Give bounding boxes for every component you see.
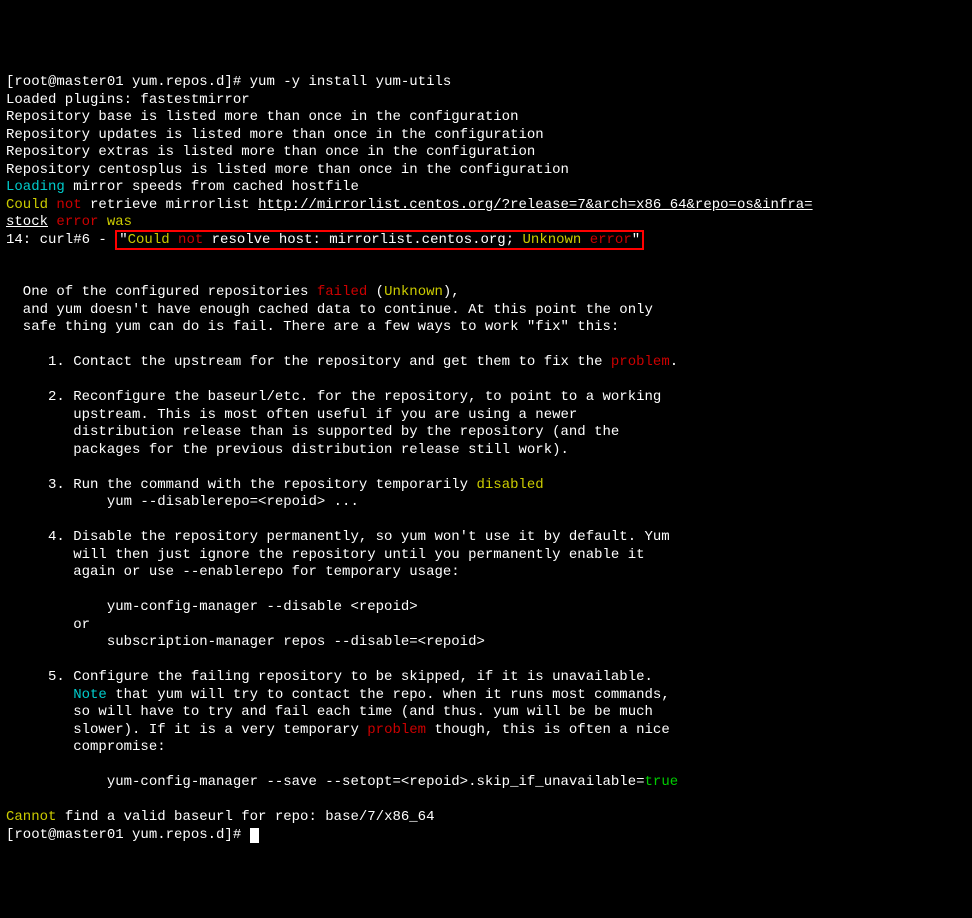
output-text: 14: curl#6 - (6, 232, 115, 248)
quote: " (119, 232, 127, 248)
output-line: compromise: (6, 739, 166, 755)
problem-word: problem (367, 722, 426, 738)
output-text: ), (443, 284, 460, 300)
blank-line (6, 267, 14, 283)
error-word: error (581, 232, 631, 248)
output-line: so will have to try and fail each time (… (6, 704, 653, 720)
output-line: and yum doesn't have enough cached data … (6, 302, 653, 318)
prompt[interactable]: [root@master01 yum.repos.d]# (6, 827, 250, 843)
output-line: Repository centosplus is listed more tha… (6, 162, 569, 178)
not-word: not (170, 232, 204, 248)
output-line: yum-config-manager --disable <repoid> (6, 599, 418, 615)
output-text: resolve host: mirrorlist.centos.org; (203, 232, 522, 248)
problem-word: problem (611, 354, 670, 370)
command: yum -y install yum-utils (250, 74, 452, 90)
output-text: 3. Run the command with the repository t… (6, 477, 476, 493)
was-word: was (98, 214, 132, 230)
blank-line (6, 582, 14, 598)
output-line: 2. Reconfigure the baseurl/etc. for the … (6, 389, 661, 405)
output-text: though, this is often a nice (426, 722, 670, 738)
quote: " (632, 232, 640, 248)
blank-line (6, 757, 14, 773)
blank-line (6, 372, 14, 388)
cannot-word: Cannot (6, 809, 56, 825)
output-line: packages for the previous distribution r… (6, 442, 569, 458)
output-line: or (6, 617, 90, 633)
disabled-word: disabled (476, 477, 543, 493)
blank-line (6, 337, 14, 353)
output-text: slower). If it is a very temporary (6, 722, 367, 738)
output-text: 1. Contact the upstream for the reposito… (6, 354, 611, 370)
not-word: not (48, 197, 82, 213)
blank-line (6, 249, 14, 265)
loading-word: Loading (6, 179, 65, 195)
error-highlight-box: "Could not resolve host: mirrorlist.cent… (115, 230, 644, 250)
output-line: safe thing yum can do is fail. There are… (6, 319, 619, 335)
output-line: 5. Configure the failing repository to b… (6, 669, 653, 685)
output-text: One of the configured repositories (6, 284, 317, 300)
prompt[interactable]: [root@master01 yum.repos.d]# (6, 74, 250, 90)
output-line: yum --disablerepo=<repoid> ... (6, 494, 359, 510)
true-word: true (645, 774, 679, 790)
failed-word: failed (317, 284, 367, 300)
output-text: . (670, 354, 678, 370)
blank-line (6, 459, 14, 475)
output-text: find a valid baseurl for repo: base/7/x8… (56, 809, 434, 825)
output-line: will then just ignore the repository unt… (6, 547, 645, 563)
output-text: mirror speeds from cached hostfile (65, 179, 359, 195)
output-text: yum-config-manager --save --setopt=<repo… (6, 774, 645, 790)
output-line: Loaded plugins: fastestmirror (6, 92, 250, 108)
blank-line (6, 792, 14, 808)
could-word: Could (128, 232, 170, 248)
url-link[interactable]: stock (6, 214, 48, 230)
blank-line (6, 652, 14, 668)
error-word: error (48, 214, 98, 230)
output-text: ( (367, 284, 384, 300)
output-line: Repository updates is listed more than o… (6, 127, 544, 143)
cursor-icon (250, 828, 259, 843)
output-line: Repository extras is listed more than on… (6, 144, 535, 160)
output-line: Repository base is listed more than once… (6, 109, 518, 125)
blank-line (6, 512, 14, 528)
output-text: that yum will try to contact the repo. w… (107, 687, 670, 703)
note-word: Note (73, 687, 107, 703)
output-text (6, 687, 73, 703)
output-line: upstream. This is most often useful if y… (6, 407, 577, 423)
could-word: Could (6, 197, 48, 213)
terminal-output: [root@master01 yum.repos.d]# yum -y inst… (6, 74, 813, 843)
output-line: again or use --enablerepo for temporary … (6, 564, 460, 580)
output-text: retrieve mirrorlist (82, 197, 258, 213)
unknown-word: Unknown (384, 284, 443, 300)
output-line: 4. Disable the repository permanently, s… (6, 529, 670, 545)
output-line: distribution release than is supported b… (6, 424, 619, 440)
output-line: subscription-manager repos --disable=<re… (6, 634, 485, 650)
url-link[interactable]: http://mirrorlist.centos.org/?release=7&… (258, 197, 813, 213)
unknown-word: Unknown (523, 232, 582, 248)
